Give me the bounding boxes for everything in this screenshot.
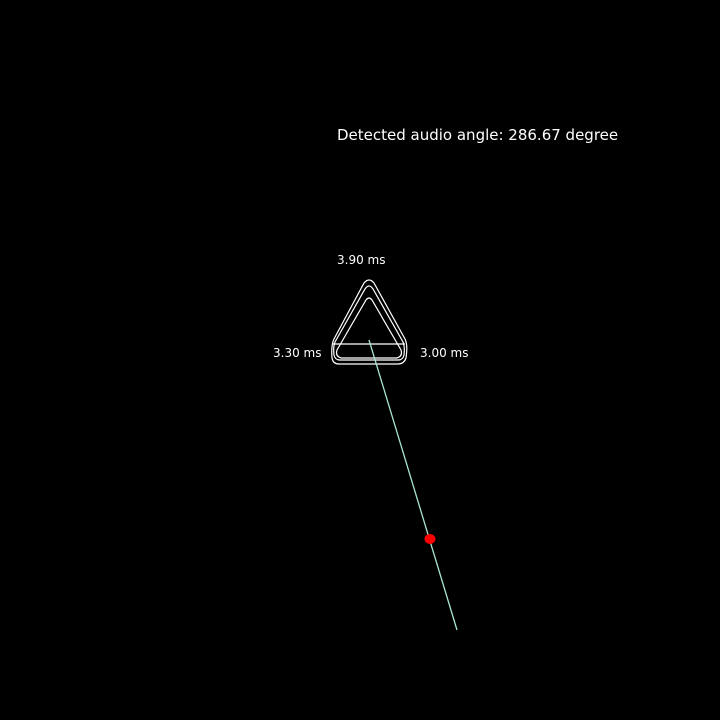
- source-marker: [424, 534, 436, 544]
- mic-delay-top-label: 3.90 ms: [337, 253, 386, 267]
- angle-readout-label: Detected audio angle: 286.67 degree: [337, 126, 619, 144]
- mic-delay-left-label: 3.30 ms: [273, 346, 322, 360]
- mic-array-icon: [331, 279, 408, 365]
- mic-array-outer-outline: [331, 279, 408, 365]
- visualization-canvas: Detected audio angle: 286.67 degree 3.90…: [0, 0, 720, 720]
- visualization-svg: [331, 279, 458, 631]
- mic-array-inner-triangle: [335, 297, 403, 359]
- mic-delay-right-label: 3.00 ms: [420, 346, 469, 360]
- mic-array-inner-outline: [333, 285, 405, 361]
- direction-line: [368, 339, 458, 631]
